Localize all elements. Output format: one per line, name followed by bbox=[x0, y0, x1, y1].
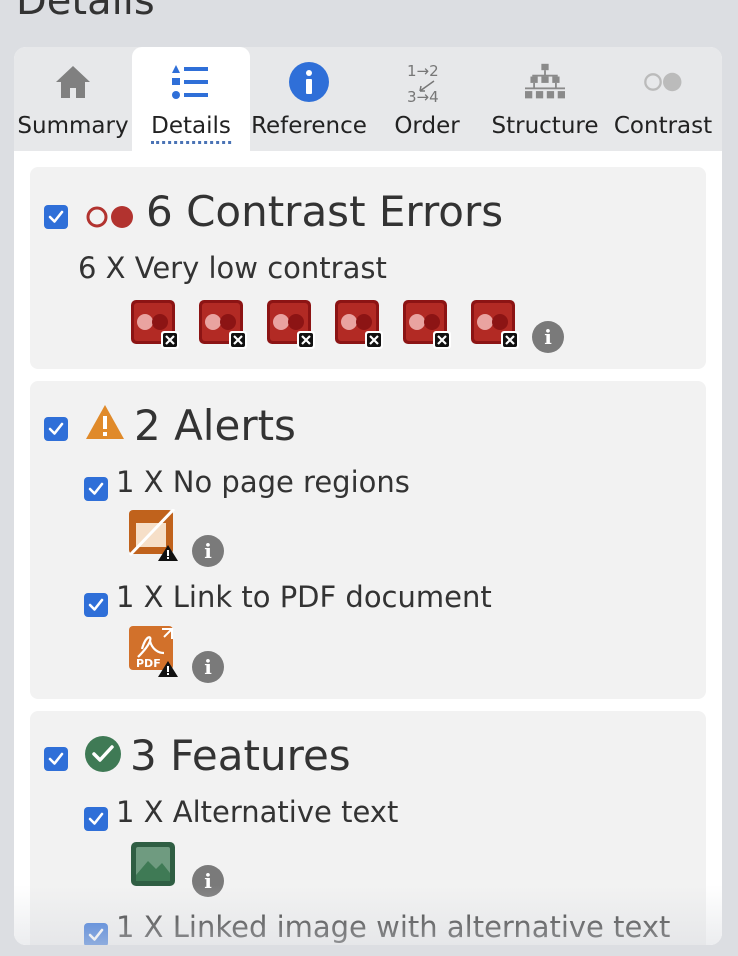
image-alt-icon[interactable] bbox=[130, 841, 176, 887]
alerts-title: 2 Alerts bbox=[134, 401, 296, 450]
info-button[interactable]: i bbox=[192, 535, 224, 567]
contrast-errors-title: 6 Contrast Errors bbox=[146, 187, 504, 236]
tab-order[interactable]: 1→2 3→4 Order bbox=[368, 47, 486, 151]
pdf-icon-text: PDF bbox=[136, 657, 161, 670]
feature-item-checkbox[interactable] bbox=[84, 807, 108, 831]
order-icon: 1→2 3→4 bbox=[407, 59, 447, 105]
alert-item-label: 1 X No page regions bbox=[116, 465, 410, 499]
features-card: 3 Features 1 X Alternative text i 1 X Li… bbox=[30, 711, 706, 945]
details-content: 6 Contrast Errors 6 X Very low contrast … bbox=[14, 151, 722, 945]
tab-bar: Summary Details Reference 1→2 3→4 Order … bbox=[14, 47, 722, 151]
tab-structure-label: Structure bbox=[491, 113, 599, 139]
tab-details[interactable]: Details bbox=[132, 47, 250, 151]
alert-triangle-icon bbox=[86, 405, 124, 439]
tab-reference[interactable]: Reference bbox=[250, 47, 368, 151]
page-title: Details bbox=[16, 0, 155, 24]
alerts-card: 2 Alerts 1 X No page regions i 1 X Link … bbox=[30, 381, 706, 699]
feature-check-icon bbox=[85, 736, 121, 772]
info-button[interactable]: i bbox=[532, 321, 564, 353]
feature-item-label: 1 X Linked image with alternative text bbox=[116, 910, 671, 944]
svg-text:1→2: 1→2 bbox=[407, 62, 439, 80]
alert-item-label: 1 X Link to PDF document bbox=[116, 580, 492, 614]
contrast-errors-card: 6 Contrast Errors 6 X Very low contrast … bbox=[30, 167, 706, 369]
no-regions-icon[interactable] bbox=[128, 507, 178, 561]
tab-contrast-label: Contrast bbox=[613, 113, 713, 139]
very-low-contrast-icon[interactable] bbox=[266, 299, 318, 351]
structure-icon bbox=[525, 59, 565, 105]
pdf-link-icon[interactable]: PDF bbox=[128, 625, 178, 677]
tab-summary[interactable]: Summary bbox=[14, 47, 132, 151]
tab-structure[interactable]: Structure bbox=[486, 47, 604, 151]
feature-item-label: 1 X Alternative text bbox=[116, 795, 399, 829]
alerts-checkbox[interactable] bbox=[44, 417, 68, 441]
contrast-error-icon bbox=[86, 206, 133, 228]
info-icon bbox=[289, 59, 329, 105]
svg-text:3→4: 3→4 bbox=[407, 88, 439, 104]
tab-details-label: Details bbox=[151, 113, 231, 144]
contrast-icon bbox=[643, 59, 683, 105]
contrast-errors-checkbox[interactable] bbox=[44, 205, 68, 229]
tab-contrast[interactable]: Contrast bbox=[604, 47, 722, 151]
features-checkbox[interactable] bbox=[44, 747, 68, 771]
info-button[interactable]: i bbox=[192, 651, 224, 683]
wave-panel: Summary Details Reference 1→2 3→4 Order … bbox=[14, 47, 722, 945]
tab-summary-label: Summary bbox=[17, 113, 129, 139]
features-title: 3 Features bbox=[130, 731, 351, 780]
contrast-item-label: 6 X Very low contrast bbox=[78, 251, 387, 285]
alert-item-checkbox[interactable] bbox=[84, 477, 108, 501]
home-icon bbox=[53, 59, 93, 105]
very-low-contrast-icon[interactable] bbox=[402, 299, 454, 351]
very-low-contrast-icon[interactable] bbox=[130, 299, 182, 351]
very-low-contrast-icon[interactable] bbox=[470, 299, 522, 351]
feature-item-checkbox[interactable] bbox=[84, 923, 108, 945]
very-low-contrast-icon[interactable] bbox=[334, 299, 386, 351]
tab-reference-label: Reference bbox=[251, 113, 367, 139]
alert-item-checkbox[interactable] bbox=[84, 593, 108, 617]
tab-order-label: Order bbox=[394, 113, 460, 139]
list-icon bbox=[171, 59, 211, 105]
very-low-contrast-icon[interactable] bbox=[198, 299, 250, 351]
info-button[interactable]: i bbox=[192, 865, 224, 897]
